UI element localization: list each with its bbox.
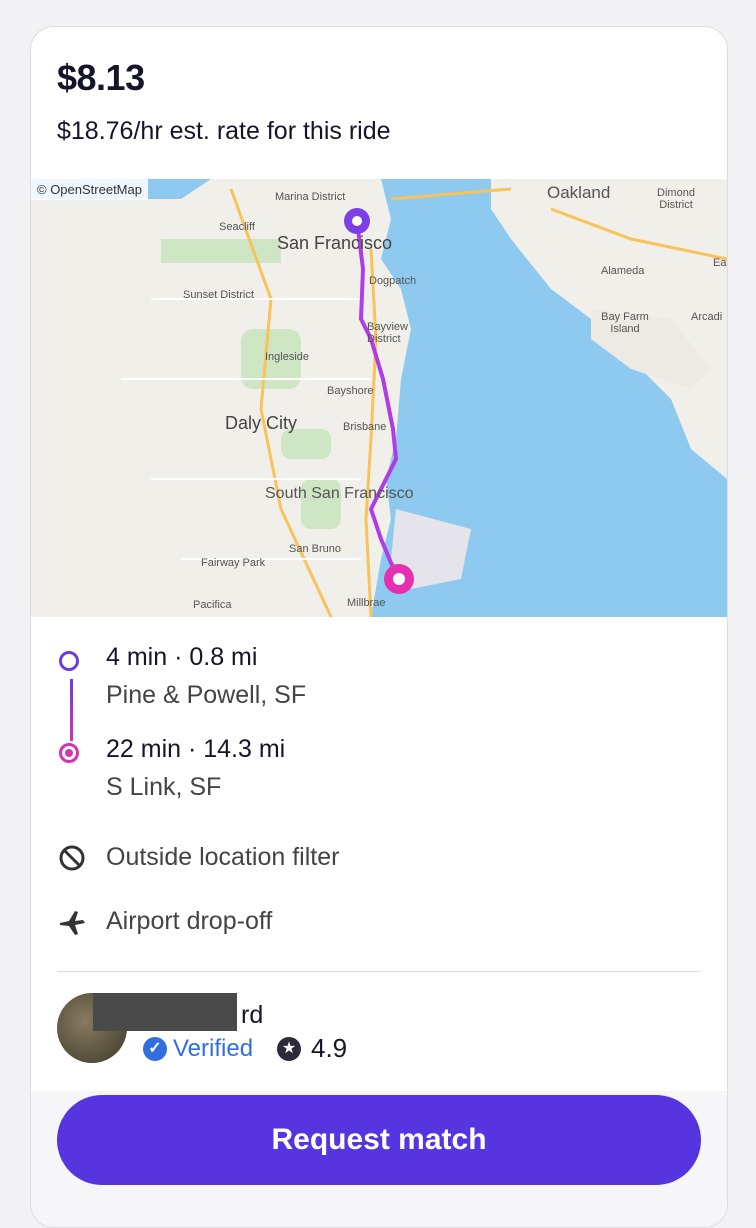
- map-label: Bay Farm Island: [601, 311, 649, 335]
- map-label: Dimond District: [657, 187, 695, 211]
- rider-rating: 4.9: [311, 1033, 348, 1063]
- route-map[interactable]: © OpenStreetMap Marina District Oakland …: [31, 179, 727, 617]
- map-attribution[interactable]: © OpenStreetMap: [31, 179, 148, 200]
- star-icon: ★: [277, 1037, 301, 1061]
- map-label: Alameda: [601, 265, 645, 277]
- map-label: Pacifica: [193, 599, 232, 611]
- prohibited-icon: [59, 845, 85, 871]
- hourly-rate-estimate: $18.76/hr est. rate for this ride: [57, 117, 391, 145]
- request-match-button[interactable]: Request match: [57, 1095, 701, 1185]
- map-label: Bayshore: [327, 385, 374, 397]
- map-label: Oakland: [547, 183, 611, 202]
- map-label: San Francisco: [277, 233, 393, 253]
- map-label: Eas: [713, 257, 727, 269]
- pickup-dot-icon: [59, 651, 79, 671]
- park-area: [161, 239, 281, 263]
- rider-name: rd: [241, 1001, 264, 1029]
- map-label: South San Francisco: [265, 485, 414, 502]
- divider: [57, 971, 701, 972]
- map-label: Bayview District: [367, 321, 408, 345]
- airplane-icon: [60, 911, 85, 935]
- map-label: Fairway Park: [201, 557, 266, 569]
- map-label: Brisbane: [343, 421, 387, 433]
- location-filter-note: Outside location filter: [106, 843, 340, 871]
- dropoff-eta: 22 min · 14.3 mi: [106, 735, 286, 763]
- airport-dropoff-note: Airport drop-off: [106, 907, 273, 935]
- map-label: Dogpatch: [369, 275, 417, 287]
- map-label: Ingleside: [265, 351, 310, 363]
- map-label: San Bruno: [289, 543, 341, 555]
- map-label: Millbrae: [347, 597, 386, 609]
- pickup-location: Pine & Powell, SF: [106, 681, 307, 709]
- pickup-eta: 4 min · 0.8 mi: [106, 643, 258, 671]
- route-connector: [70, 679, 73, 741]
- map-label: Arcadi: [691, 311, 723, 323]
- dropoff-location: S Link, SF: [106, 773, 222, 801]
- map-label: Sunset District: [183, 289, 254, 301]
- map-label: Daly City: [225, 413, 298, 433]
- map-label: Marina District: [275, 191, 346, 203]
- map-label: Seacliff: [219, 221, 255, 233]
- redacted-name-block: [93, 993, 237, 1031]
- verified-check-icon: ✓: [143, 1037, 167, 1061]
- ride-request-card: $8.13 $18.76/hr est. rate for this ride: [30, 26, 728, 1228]
- verified-label: Verified: [173, 1035, 254, 1062]
- ride-price: $8.13: [57, 57, 145, 98]
- dropoff-dot-icon: [59, 743, 79, 763]
